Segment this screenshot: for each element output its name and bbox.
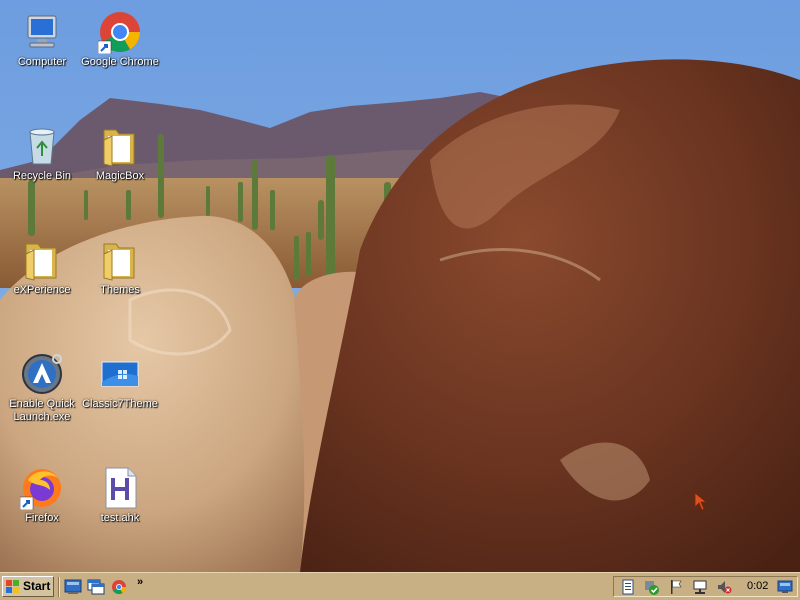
desktop-icon-google-chrome[interactable]: Google Chrome: [78, 4, 162, 90]
windows-logo-icon: [6, 580, 19, 593]
display-icon[interactable]: [777, 579, 793, 595]
desktop-icon-magicbox[interactable]: MagicBox: [78, 118, 162, 204]
mouse-cursor-icon: [694, 492, 708, 511]
shortcut-arrow-icon: [98, 40, 112, 54]
desktop-icon-recycle-bin[interactable]: Recycle Bin: [0, 118, 84, 204]
firefox-icon: [20, 469, 61, 510]
desktop-icon-label: Recycle Bin: [12, 170, 72, 182]
desktop-icon-themes[interactable]: Themes: [78, 232, 162, 318]
quick-launch-separator: [58, 577, 60, 597]
desktop[interactable]: Computer Google Chrome Recycle Bin Magic…: [0, 0, 800, 572]
document-icon[interactable]: [620, 579, 636, 595]
system-tray: 0:02: [613, 576, 798, 597]
ahk-script-icon: [105, 467, 137, 509]
network-icon[interactable]: [692, 579, 708, 595]
chrome-icon[interactable]: [110, 579, 128, 595]
folder-icon: [25, 243, 57, 281]
quick-launch-app-icon: [22, 354, 62, 394]
desktop-icon-label: Enable Quick Launch.exe: [9, 398, 75, 423]
desktop-icon-label: eXPerience: [13, 284, 71, 296]
desktop-icon-classic7theme[interactable]: Classic7Theme: [78, 346, 162, 432]
show-desktop-icon[interactable]: [64, 579, 82, 595]
desktop-icon-label: Themes: [100, 284, 140, 296]
desktop-icon-label: MagicBox: [95, 170, 145, 182]
desktop-icon-computer[interactable]: Computer: [0, 4, 84, 90]
security-check-icon[interactable]: [644, 579, 660, 595]
desktop-icon-label: Classic7Theme: [82, 398, 158, 410]
clock[interactable]: 0:02: [747, 579, 768, 594]
quick-launch-overflow-button[interactable]: »: [137, 576, 143, 588]
switch-windows-icon[interactable]: [87, 579, 105, 595]
volume-muted-icon[interactable]: [716, 579, 732, 595]
desktop-icon-experience[interactable]: eXPerience: [0, 232, 84, 318]
chrome-icon: [98, 12, 140, 54]
desktop-icon-label: Computer: [17, 56, 67, 68]
desktop-icon-test-ahk[interactable]: test.ahk: [78, 460, 162, 546]
desktop-icon-label: Google Chrome: [81, 56, 159, 68]
computer-icon: [27, 15, 57, 48]
desktop-icon-label: test.ahk: [100, 512, 140, 524]
start-label: Start: [23, 579, 51, 593]
desktop-icon-firefox[interactable]: Firefox: [0, 460, 84, 546]
recycle-bin-icon: [29, 128, 55, 165]
start-button[interactable]: Start: [2, 576, 54, 597]
desktop-icon-enable-quick-launch[interactable]: Enable Quick Launch.exe: [0, 346, 84, 432]
flag-icon[interactable]: [668, 579, 684, 595]
desktop-icon-label: Firefox: [25, 512, 59, 524]
folder-icon: [103, 243, 135, 281]
folder-icon: [103, 129, 135, 167]
theme-icon: [101, 361, 139, 387]
taskbar: Start » 0:02: [0, 572, 800, 600]
shortcut-arrow-icon: [20, 496, 34, 510]
